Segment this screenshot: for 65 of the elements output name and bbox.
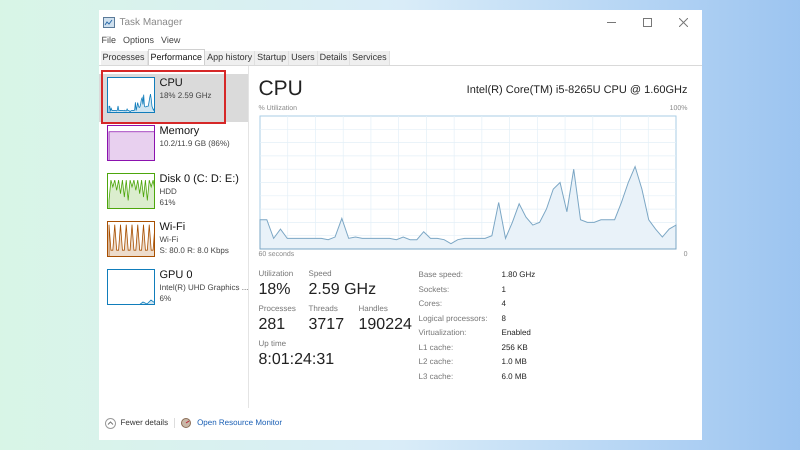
tab[interactable]: Services xyxy=(350,51,390,65)
sidebar-item-detail: 10.2/11.9 GB (86%) xyxy=(160,138,230,149)
sidebar-item[interactable]: Disk 0 (C: D: E:) HDD 61% xyxy=(98,170,248,218)
cpu-heading: CPU xyxy=(258,78,303,100)
detail-key: Base speed: xyxy=(418,269,502,282)
stat-value: 18% xyxy=(258,280,292,299)
stat-value: 190224 xyxy=(358,315,412,334)
detail-value: 1.0 MB xyxy=(502,356,527,368)
sidebar-item-title: Wi-Fi xyxy=(160,221,186,234)
tab[interactable]: Startup xyxy=(255,51,290,65)
stat-label: Up time xyxy=(258,338,288,350)
detail-key: Logical processors: xyxy=(418,312,502,325)
window-title: Task Manager xyxy=(120,16,182,30)
tab[interactable]: Processes xyxy=(100,51,148,65)
open-resource-monitor-link[interactable]: Open Resource Monitor xyxy=(197,417,282,429)
tab[interactable]: App history xyxy=(205,51,256,65)
detail-value: 4 xyxy=(502,298,506,310)
stat-value: 281 xyxy=(258,315,286,334)
detail-key: L3 cache: xyxy=(418,370,502,383)
resource-monitor-icon xyxy=(181,418,192,428)
sidebar-item-title: GPU 0 xyxy=(160,269,194,282)
sidebar-item-detail: 61% xyxy=(160,197,177,208)
app-icon xyxy=(102,16,114,28)
sidebar-item-title: CPU xyxy=(160,77,184,90)
detail-key: Cores: xyxy=(418,298,502,310)
detail-value: 256 KB xyxy=(502,342,528,354)
tab[interactable]: Details xyxy=(318,51,350,65)
maximize-icon xyxy=(643,18,652,26)
detail-value: 8 xyxy=(502,312,506,325)
detail-key: Virtualization: xyxy=(418,327,502,340)
stat-label: Handles xyxy=(358,303,389,315)
sidebar-item[interactable]: Wi-Fi Wi-Fi S: 80.0 R: 8.0 Kbps xyxy=(98,218,248,266)
sidebar-item[interactable]: Memory 10.2/11.9 GB (86%) xyxy=(98,122,248,170)
stat-label: Utilization xyxy=(258,268,294,280)
detail-value: Enabled xyxy=(502,327,531,340)
close-icon xyxy=(679,18,688,26)
sidebar-item-detail: 18% 2.59 GHz xyxy=(160,90,212,101)
detail-value: 1 xyxy=(502,284,506,296)
menu-item[interactable]: File xyxy=(102,34,116,48)
sidebar-item-detail: 6% xyxy=(160,293,172,304)
stat-label: Speed xyxy=(308,268,333,280)
cpu-model: Intel(R) Core(TM) i5-8265U CPU @ 1.60GHz xyxy=(466,82,688,98)
detail-value: 1.80 GHz xyxy=(502,269,536,282)
sidebar-item-detail: Intel(R) UHD Graphics ... xyxy=(160,282,248,293)
sidebar-item[interactable]: GPU 0 Intel(R) UHD Graphics ... 6% xyxy=(98,266,248,314)
tab[interactable]: Performance xyxy=(148,49,206,65)
stat-value: 2.59 GHz xyxy=(308,280,376,299)
stat-value: 8:01:24:31 xyxy=(258,350,334,369)
sidebar-item-title: Disk 0 (C: D: E:) xyxy=(160,173,239,186)
detail-key: L2 cache: xyxy=(418,356,502,368)
stat-label: Processes xyxy=(258,303,297,315)
detail-key: L1 cache: xyxy=(418,342,502,354)
sidebar-item-detail: HDD xyxy=(160,186,178,197)
sidebar-item-title: Memory xyxy=(160,125,200,138)
chevron-up-icon xyxy=(104,418,116,428)
stat-label: Threads xyxy=(308,303,339,315)
fewer-details-button[interactable]: Fewer details xyxy=(104,417,168,429)
tab[interactable]: Users xyxy=(289,51,318,65)
detail-key: Sockets: xyxy=(418,284,502,296)
detail-value: 6.0 MB xyxy=(502,370,527,383)
menu-item[interactable]: Options xyxy=(123,34,154,48)
sidebar-item-detail: S: 80.0 R: 8.0 Kbps xyxy=(160,245,229,256)
sidebar-item-detail: Wi-Fi xyxy=(160,234,180,245)
menu-item[interactable]: View xyxy=(161,34,180,48)
stat-value: 3717 xyxy=(308,315,346,334)
